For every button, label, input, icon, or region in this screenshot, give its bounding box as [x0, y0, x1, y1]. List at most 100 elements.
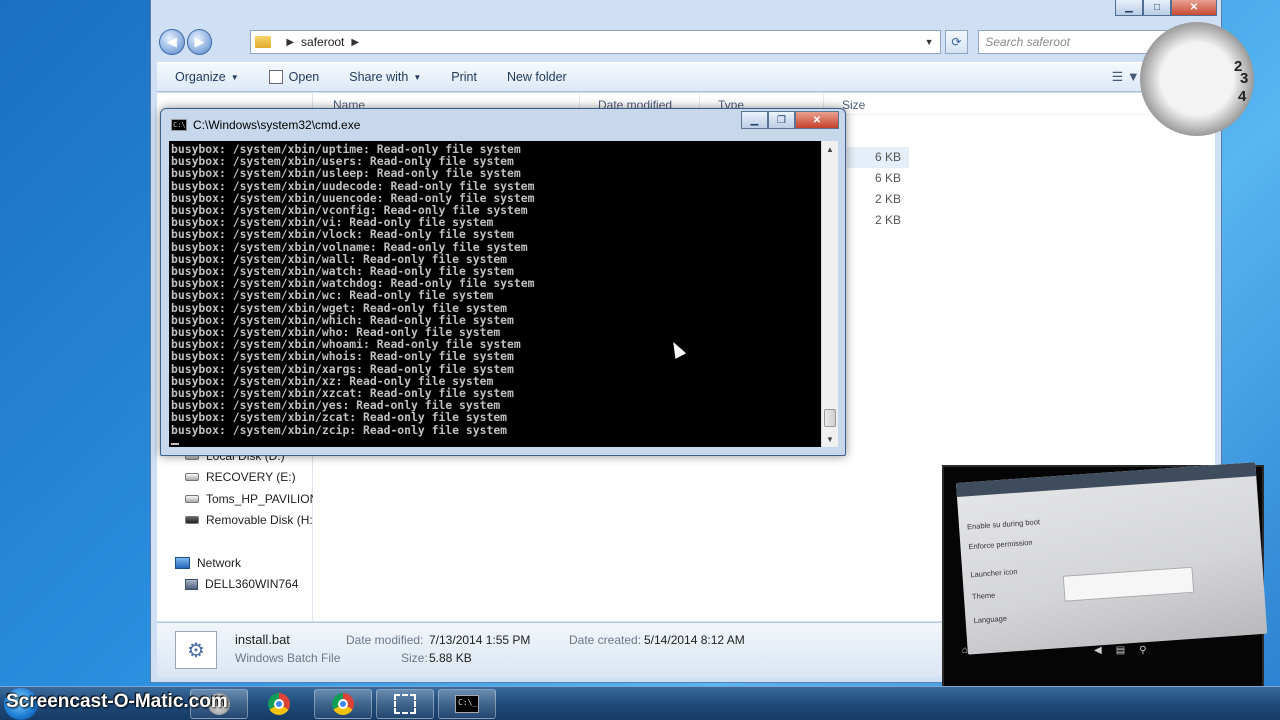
cmd-window: C:\ C:\Windows\system32\cmd.exe ▁ ❐ ✕ bu… — [160, 108, 846, 456]
cmd-icon: C:\_ — [455, 695, 479, 713]
breadcrumb-separator-icon: ▶ — [286, 36, 295, 48]
share-with-button[interactable]: Share with ▼ — [349, 70, 421, 84]
back-icon: ◀ — [1094, 644, 1102, 656]
removable-disk-icon — [185, 516, 199, 525]
organize-button[interactable]: Organize ▼ — [175, 70, 239, 84]
file-size[interactable]: 6 KB — [847, 147, 909, 168]
details-filetype: Windows Batch File — [235, 651, 341, 665]
organize-label: Organize — [175, 70, 226, 84]
nav-tree-item[interactable]: Toms_HP_PAVILION — [185, 488, 313, 510]
scroll-down-icon[interactable]: ▼ — [822, 431, 838, 447]
nav-tree-label: RECOVERY (E:) — [206, 470, 296, 485]
screencast-watermark: Screencast-O-Matic.com — [6, 691, 228, 712]
vertical-scrollbar[interactable]: ▲ ▼ — [821, 141, 838, 447]
folder-icon — [255, 36, 272, 48]
taskbar-cmd[interactable]: C:\_ — [438, 689, 496, 719]
chevron-down-icon[interactable]: ▼ — [925, 37, 934, 47]
tablet-action-bar — [956, 462, 1257, 497]
tablet-setting: Launcher icon — [970, 566, 1018, 580]
network-icon — [175, 556, 190, 569]
file-size[interactable]: 2 KB — [847, 189, 909, 210]
nav-tree-label: Toms_HP_PAVILION — [206, 491, 313, 506]
open-label: Open — [288, 70, 320, 84]
tablet-setting: Theme — [971, 590, 996, 602]
view-options-icon[interactable]: ☰ ▼ — [1112, 69, 1140, 85]
forward-button[interactable]: ▶ — [186, 29, 213, 55]
details-date-modified-label: Date modified: — [346, 633, 424, 647]
print-label: Print — [451, 70, 477, 84]
search-placeholder: Search saferoot — [985, 35, 1070, 49]
address-bar[interactable]: ▶ saferoot ▶ ▼ — [250, 30, 941, 54]
details-size: 5.88 KB — [429, 651, 472, 665]
chevron-down-icon: ▼ — [230, 72, 239, 82]
open-button[interactable]: Open — [268, 70, 320, 84]
chrome-icon — [268, 693, 290, 715]
minimize-button[interactable]: ▁ — [741, 111, 768, 129]
breadcrumb-separator-icon: ▶ — [351, 36, 360, 48]
clock-number: 3 — [1240, 70, 1249, 87]
chrome-icon — [332, 693, 354, 715]
drive-icon — [185, 473, 199, 482]
scrollbar-thumb[interactable] — [824, 409, 836, 427]
batch-file-icon: ⚙ — [175, 631, 217, 669]
tablet-setting: Enforce permission — [968, 537, 1033, 552]
details-filename: install.bat — [235, 632, 290, 647]
search-icon: ⚲ — [1139, 644, 1147, 656]
file-size-column: 6 KB 6 KB 2 KB 2 KB — [847, 147, 909, 231]
share-with-label: Share with — [349, 70, 409, 84]
tablet-screen: Enable su during boot Enforce permission… — [956, 462, 1268, 655]
back-button[interactable]: ◀ — [159, 29, 185, 55]
minimize-button[interactable]: ▁ — [1115, 0, 1143, 16]
maximize-button[interactable]: ❐ — [768, 111, 795, 129]
details-date-created-label: Date created: — [569, 633, 642, 647]
address-row: ◀ ▶ ▶ saferoot ▶ ▼ ⟳ Search saferoot ⚲ — [159, 28, 1215, 56]
maximize-button[interactable]: □ — [1143, 0, 1171, 16]
file-size[interactable]: 2 KB — [847, 210, 909, 231]
close-button[interactable]: ✕ — [795, 111, 839, 129]
drive-icon — [185, 494, 199, 503]
nav-tree: Local Disk (D:) RECOVERY (E:) Toms_HP_PA… — [175, 445, 313, 596]
window-controls: ▁ □ ✕ — [1115, 0, 1217, 16]
snipping-tool-icon — [394, 694, 416, 714]
taskbar-chrome-active[interactable] — [314, 689, 372, 719]
cmd-icon: C:\ — [171, 119, 187, 131]
nav-tree-label: DELL360WIN764 — [205, 577, 299, 592]
breadcrumb-item[interactable]: saferoot — [301, 35, 344, 49]
file-size[interactable]: 6 KB — [847, 168, 909, 189]
tablet-setting: Language — [973, 613, 1008, 626]
nav-tree-item[interactable]: RECOVERY (E:) — [185, 467, 313, 489]
webcam-overlay: Enable su during boot Enforce permission… — [942, 462, 1268, 707]
taskbar-snipping-tool[interactable] — [376, 689, 434, 719]
new-folder-button[interactable]: New folder — [507, 70, 567, 84]
cmd-window-controls: ▁ ❐ ✕ — [741, 111, 839, 129]
nav-tree-item[interactable]: Removable Disk (H:) — [185, 510, 313, 532]
refresh-button[interactable]: ⟳ — [944, 30, 969, 54]
cmd-titlebar: C:\ C:\Windows\system32\cmd.exe — [171, 118, 360, 132]
nav-tree-label: Network — [197, 555, 242, 570]
print-button[interactable]: Print — [451, 70, 477, 84]
details-size-label: Size: — [401, 651, 428, 665]
tablet-setting: Enable su during boot — [966, 517, 1041, 532]
text-cursor — [171, 443, 179, 445]
home-icon: ⌂ — [962, 644, 969, 656]
tablet-popup — [1062, 566, 1195, 602]
scroll-up-icon[interactable]: ▲ — [822, 141, 838, 157]
details-date-modified: 7/13/2014 1:55 PM — [429, 633, 531, 647]
taskbar-chrome[interactable] — [250, 689, 308, 719]
console-output[interactable]: busybox: /system/xbin/uptime: Read-only … — [169, 141, 821, 447]
new-folder-label: New folder — [506, 70, 567, 84]
recents-icon: ▤ — [1115, 644, 1126, 656]
nav-tree-label: Removable Disk (H:) — [206, 513, 313, 528]
chevron-down-icon: ▼ — [413, 72, 422, 82]
details-date-created: 5/14/2014 8:12 AM — [644, 633, 745, 647]
nav-tree-item[interactable]: DELL360WIN764 — [185, 574, 313, 596]
tablet-nav-bar: ⌂ ◀ ▤ ⚲ — [954, 635, 1254, 665]
clock-number: 4 — [1238, 88, 1247, 105]
computer-icon — [185, 578, 198, 590]
cmd-title: C:\Windows\system32\cmd.exe — [193, 118, 361, 132]
nav-tree-network[interactable]: Network — [175, 552, 303, 574]
open-icon — [268, 70, 283, 84]
clock-gadget[interactable]: 2 3 4 — [1140, 22, 1254, 136]
command-bar: Organize ▼ Open Share with ▼ Print New f… — [157, 62, 1215, 92]
close-button[interactable]: ✕ — [1171, 0, 1217, 16]
